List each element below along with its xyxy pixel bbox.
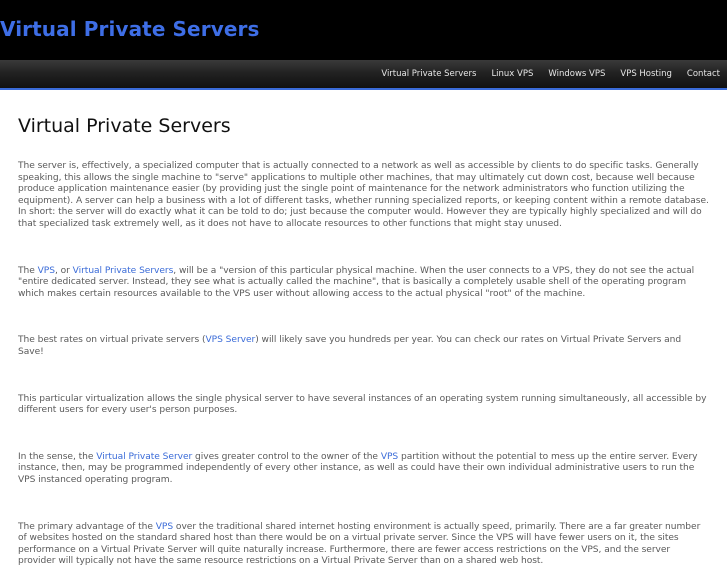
page-title: Virtual Private Servers bbox=[18, 115, 231, 137]
paragraph-virtualization: This particular virtualization allows th… bbox=[18, 393, 707, 416]
main-nav: Virtual Private Servers Linux VPS Window… bbox=[366, 60, 720, 88]
text: The primary advantage of the bbox=[18, 521, 156, 532]
virtual-private-server-link[interactable]: Virtual Private Server bbox=[96, 452, 192, 462]
text: gives greater control to the owner of th… bbox=[192, 451, 381, 462]
site-title[interactable]: Virtual Private Servers bbox=[0, 17, 259, 41]
vps-server-link[interactable]: VPS Server bbox=[206, 335, 256, 345]
vps-link[interactable]: VPS bbox=[38, 266, 55, 276]
nav-item-linux-vps[interactable]: Linux VPS bbox=[491, 69, 533, 79]
main-content: Virtual Private Servers The server is, e… bbox=[0, 115, 727, 568]
text: The bbox=[18, 265, 38, 276]
nav-bar: Virtual Private Servers Linux VPS Window… bbox=[0, 60, 727, 90]
paragraph-rates: The best rates on virtual private server… bbox=[18, 335, 709, 358]
paragraph-intro: The server is, effectively, a specialize… bbox=[18, 161, 709, 229]
paragraph-vps-definition: The VPS, or Virtual Private Servers, wil… bbox=[18, 266, 709, 301]
vps-link[interactable]: VPS bbox=[381, 452, 398, 462]
virtual-private-servers-link[interactable]: Virtual Private Servers bbox=[73, 266, 174, 276]
text: , or bbox=[54, 265, 73, 276]
text: The best rates on virtual private server… bbox=[18, 335, 206, 346]
text: In the sense, the bbox=[18, 451, 97, 462]
nav-item-vps-hosting[interactable]: VPS Hosting bbox=[620, 69, 672, 79]
nav-item-virtual-private-servers[interactable]: Virtual Private Servers bbox=[381, 69, 476, 79]
vps-link[interactable]: VPS bbox=[156, 522, 173, 532]
site-header: Virtual Private Servers bbox=[0, 0, 727, 60]
paragraph-control: In the sense, the Virtual Private Server… bbox=[18, 452, 709, 487]
nav-item-contact[interactable]: Contact bbox=[687, 69, 720, 79]
nav-item-windows-vps[interactable]: Windows VPS bbox=[548, 69, 605, 79]
